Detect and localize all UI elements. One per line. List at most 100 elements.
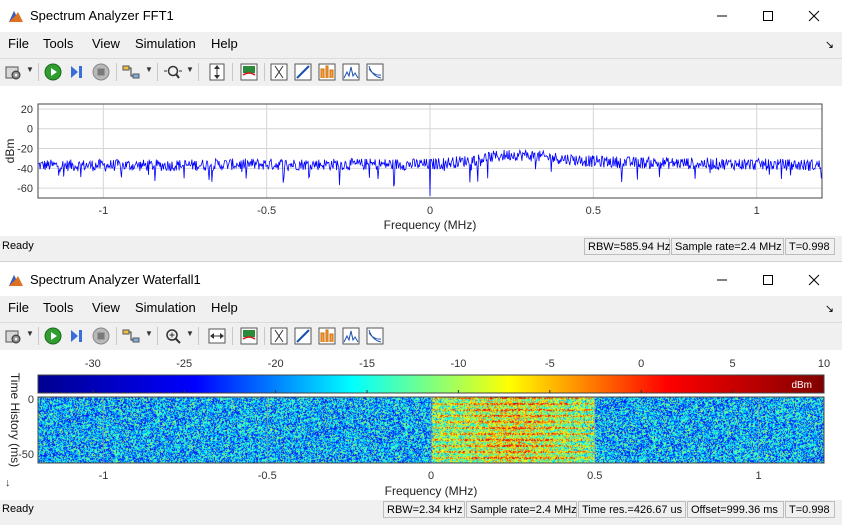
menu-file[interactable]: File [8,36,29,51]
toolbar-separator [198,327,199,345]
colorbar-tick-label: -20 [268,358,284,370]
y-tick-label: 20 [21,104,33,116]
window-title: Spectrum Analyzer Waterfall1 [30,272,201,287]
signal-select-icon[interactable] [122,327,140,345]
signal-select-icon[interactable] [122,63,140,81]
title-bar[interactable]: Spectrum Analyzer FFT1 [0,0,842,32]
menu-file[interactable]: File [8,300,29,315]
zoom-dropdown-icon[interactable]: ▼ [186,329,194,338]
peak-finder-icon[interactable] [342,327,360,345]
menu-help[interactable]: Help [211,36,238,51]
cursor-measurements-icon[interactable] [270,327,288,345]
waterfall-window: Spectrum Analyzer Waterfall1 File Tools … [0,264,842,525]
y-tick-label: 0 [28,394,34,406]
step-forward-icon[interactable] [68,327,86,345]
menu-bar: File Tools View Simulation Help ↘ [0,32,842,56]
x-axis-label: Frequency (MHz) [385,484,478,498]
status-sample-rate: Sample rate=2.4 MHz [671,238,784,255]
menu-simulation[interactable]: Simulation [135,36,196,51]
waterfall-chart[interactable]: -30 -25 -20 -15 -10 -5 0 5 10dBm-1 -0.5 0 0.5 10-50F… [0,350,842,500]
scale-y-axis-icon[interactable] [208,63,226,81]
y-tick-label: -60 [17,183,33,195]
spectrum-plot-area: 20 0 -20 -40 -60 -1 -0.5 0 0.5 1 Frequency (MHz) dB… [0,86,842,236]
colorbar-unit-label: dBm [791,380,812,391]
waterfall-plot-area: -30 -25 -20 -15 -10 -5 0 5 10 dBm -1 -0.5 0 0.5 1 0 -50 F… [0,350,842,500]
stop-icon[interactable] [92,327,110,345]
minimize-icon [717,279,727,281]
ccdf-measurements-icon[interactable] [366,327,384,345]
maximize-button[interactable] [745,266,791,294]
toolbar-separator [38,327,39,345]
dock-arrow-icon[interactable]: ↘ [825,38,834,51]
step-forward-icon[interactable] [68,63,86,81]
status-ready: Ready [2,503,34,515]
maximize-icon [763,11,773,21]
x-tick-label: -1 [99,470,109,482]
colorbar-tick-label: -5 [545,358,555,370]
fft-window: Spectrum Analyzer FFT1 File Tools View S… [0,0,842,262]
spectrum-chart[interactable]: 20 0 -20 -40 -60 -1 -0.5 0 0.5 1 Frequency (MHz) dB… [0,86,842,236]
status-sample-rate: Sample rate=2.4 MHz [466,501,577,518]
colorbar-tick-label: -15 [359,358,375,370]
toolbar: ▼ ▼ ▼ [0,322,842,351]
menu-simulation[interactable]: Simulation [135,300,196,315]
settings-icon[interactable] [4,327,22,345]
toolbar-separator [264,63,265,81]
x-tick-label: 1 [754,205,760,217]
dock-arrow-icon[interactable]: ↘ [825,302,834,315]
toolbar: ▼ ▼ ▼ [0,58,842,87]
zoom-dropdown-icon[interactable]: ▼ [186,65,194,74]
status-time-res: Time res.=426.67 us [578,501,686,518]
minimize-button[interactable] [699,2,745,30]
menu-bar: File Tools View Simulation Help ↘ [0,296,842,320]
channel-measurements-icon[interactable] [294,327,312,345]
run-icon[interactable] [44,327,62,345]
close-button[interactable] [791,266,837,294]
menu-view[interactable]: View [92,300,120,315]
x-tick-label: 0.5 [586,205,601,217]
settings-dropdown-icon[interactable]: ▼ [26,329,34,338]
zoom-in-icon[interactable] [164,327,182,345]
status-time: T=0.998 [785,238,835,255]
distortion-measurements-icon[interactable] [318,327,336,345]
peak-finder-icon[interactable] [342,63,360,81]
minimize-button[interactable] [699,266,745,294]
channel-measurements-icon[interactable] [294,63,312,81]
cursor-measurements-icon[interactable] [270,63,288,81]
x-tick-label: 0.5 [587,470,602,482]
toolbar-separator [116,63,117,81]
style-icon[interactable] [240,63,258,81]
distortion-measurements-icon[interactable] [318,63,336,81]
signal-dropdown-icon[interactable]: ▼ [145,65,153,74]
style-icon[interactable] [240,327,258,345]
ccdf-measurements-icon[interactable] [366,63,384,81]
menu-help[interactable]: Help [211,300,238,315]
zoom-x-icon[interactable] [164,63,182,81]
toolbar-separator [157,63,158,81]
status-rbw: RBW=585.94 Hz [584,238,670,255]
y-axis-label: dBm [3,139,17,164]
run-icon[interactable] [44,63,62,81]
toolbar-separator [157,327,158,345]
title-bar[interactable]: Spectrum Analyzer Waterfall1 [0,264,842,296]
toolbar-separator [198,63,199,81]
scale-x-axis-icon[interactable] [208,327,226,345]
close-icon [808,10,820,22]
stop-icon[interactable] [92,63,110,81]
menu-tools[interactable]: Tools [43,36,73,51]
window-title: Spectrum Analyzer FFT1 [30,8,174,23]
y-tick-label: -40 [17,163,33,175]
settings-dropdown-icon[interactable]: ▼ [26,65,34,74]
menu-view[interactable]: View [92,36,120,51]
menu-tools[interactable]: Tools [43,300,73,315]
close-button[interactable] [791,2,837,30]
signal-dropdown-icon[interactable]: ▼ [145,329,153,338]
maximize-button[interactable] [745,2,791,30]
colorbar [37,374,825,394]
y-axis-label: Time History (ms) [8,373,22,467]
toolbar-separator [38,63,39,81]
colorbar-tick-label: -30 [85,358,101,370]
status-bar: Ready RBW=585.94 Hz Sample rate=2.4 MHz … [0,237,842,257]
settings-icon[interactable] [4,63,22,81]
colorbar-tick-label: 5 [730,358,736,370]
